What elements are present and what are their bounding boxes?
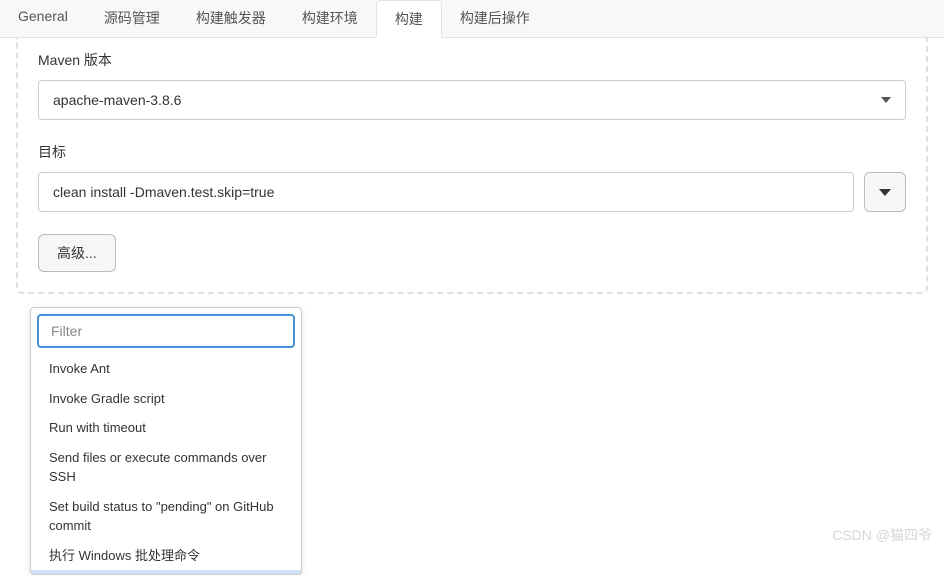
goals-dropdown-toggle[interactable] xyxy=(864,172,906,212)
maven-version-value: apache-maven-3.8.6 xyxy=(53,92,181,108)
chevron-down-icon xyxy=(881,97,891,103)
tab-5[interactable]: 构建后操作 xyxy=(442,0,548,37)
tab-1[interactable]: 源码管理 xyxy=(86,0,178,37)
add-step-option[interactable]: Invoke Ant xyxy=(31,354,301,384)
advanced-button[interactable]: 高级... xyxy=(38,234,116,272)
content-area: Maven 版本 apache-maven-3.8.6 目标 高级... 增加构… xyxy=(0,38,944,352)
watermark: CSDN @猫四爷 xyxy=(832,525,932,545)
add-step-option-list: Invoke AntInvoke Gradle scriptRun with t… xyxy=(31,354,301,574)
add-step-option[interactable]: Set build status to "pending" on GitHub … xyxy=(31,492,301,541)
add-step-dropdown: Invoke AntInvoke Gradle scriptRun with t… xyxy=(30,307,302,575)
goals-input[interactable] xyxy=(38,172,854,212)
goals-label: 目标 xyxy=(38,142,906,162)
add-step-option[interactable]: Invoke Gradle script xyxy=(31,384,301,414)
add-step-option[interactable]: 执行 shell xyxy=(31,570,301,574)
tab-2[interactable]: 构建触发器 xyxy=(178,0,284,37)
maven-version-select[interactable]: apache-maven-3.8.6 xyxy=(38,80,906,120)
tab-4[interactable]: 构建 xyxy=(376,0,442,38)
tab-3[interactable]: 构建环境 xyxy=(284,0,376,37)
add-step-option[interactable]: Send files or execute commands over SSH xyxy=(31,443,301,492)
maven-version-label: Maven 版本 xyxy=(38,50,906,70)
add-step-option[interactable]: Run with timeout xyxy=(31,413,301,443)
maven-version-field: apache-maven-3.8.6 xyxy=(38,80,906,120)
build-step-panel: Maven 版本 apache-maven-3.8.6 目标 高级... xyxy=(16,38,928,294)
arrow-down-icon xyxy=(879,189,891,196)
add-step-filter-input[interactable] xyxy=(37,314,295,348)
tab-bar: General源码管理构建触发器构建环境构建构建后操作 xyxy=(0,0,944,38)
add-step-option[interactable]: 执行 Windows 批处理命令 xyxy=(31,541,301,571)
tab-0[interactable]: General xyxy=(0,0,86,37)
goals-row xyxy=(38,172,906,212)
